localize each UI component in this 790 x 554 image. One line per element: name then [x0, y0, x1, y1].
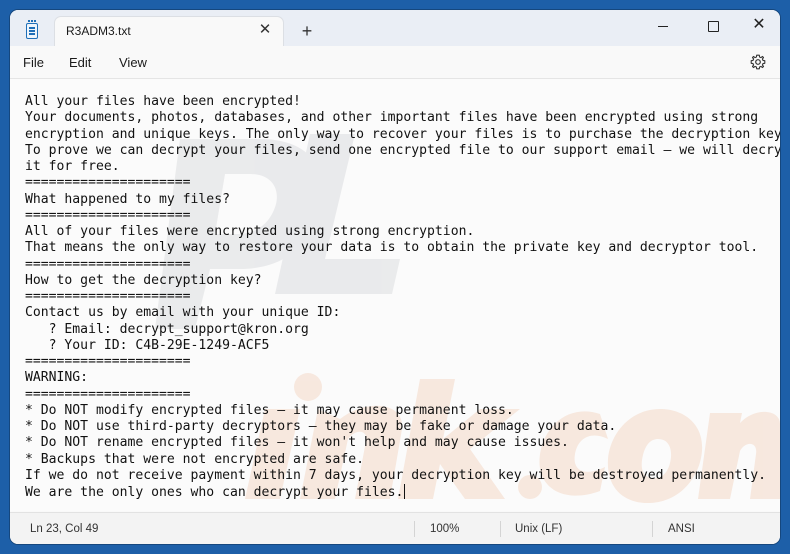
- text-line: Contact us by email with your unique ID:: [25, 305, 341, 321]
- title-bar[interactable]: R3ADM3.txt ✕ + ✕: [10, 10, 780, 46]
- text-line: All your files have been encrypted!: [25, 94, 301, 109]
- text-line: How to get the decryption key?: [25, 272, 262, 288]
- cursor-position: Ln 23, Col 49: [30, 523, 99, 535]
- text-line: encryption and unique keys. The only way…: [25, 126, 780, 142]
- text-line: * Backups that were not encrypted are sa…: [25, 451, 364, 467]
- notepad-icon: [26, 20, 38, 39]
- document-text[interactable]: All your files have been encrypted! Your…: [25, 94, 780, 501]
- notepad-window: R3ADM3.txt ✕ + ✕ File Edit View All your…: [10, 10, 780, 544]
- text-line: We are the only ones who can decrypt you…: [25, 485, 404, 500]
- text-line: All of your files were encrypted using s…: [25, 224, 475, 239]
- zoom-level[interactable]: 100%: [430, 523, 459, 535]
- maximize-icon: [707, 20, 719, 32]
- status-bar: Ln 23, Col 49 100% Unix (LF) ANSI: [10, 512, 780, 544]
- text-line: * Do NOT rename encrypted files — it won…: [25, 435, 569, 451]
- tab-title: R3ADM3.txt: [66, 24, 131, 38]
- text-line: What happened to my files?: [25, 191, 230, 207]
- text-caret: [404, 484, 406, 499]
- close-button[interactable]: ✕: [736, 10, 780, 40]
- text-line: it for free.: [25, 159, 120, 174]
- status-divider: [500, 521, 501, 537]
- menu-file[interactable]: File: [23, 53, 44, 72]
- text-line: =====================: [25, 175, 191, 191]
- line-ending[interactable]: Unix (LF): [515, 523, 562, 535]
- maximize-button[interactable]: [690, 10, 736, 40]
- text-line: * Do NOT use third-party decryptors — th…: [25, 419, 617, 434]
- gear-icon[interactable]: [750, 54, 766, 70]
- menu-bar: File Edit View: [10, 46, 780, 79]
- status-divider: [652, 521, 653, 537]
- text-line: =====================: [25, 354, 191, 369]
- text-line: If we do not receive payment within 7 da…: [25, 467, 767, 483]
- text-line: Your documents, photos, databases, and o…: [25, 110, 759, 126]
- text-line: =====================: [25, 207, 191, 223]
- text-line: WARNING:: [25, 370, 89, 386]
- minimize-icon: [658, 25, 668, 27]
- close-icon: ✕: [752, 16, 766, 33]
- tab-close-icon[interactable]: ✕: [255, 20, 275, 40]
- text-line: To prove we can decrypt your files, send…: [25, 142, 780, 158]
- new-tab-button[interactable]: +: [296, 20, 318, 42]
- text-line: =====================: [25, 386, 191, 402]
- menu-edit[interactable]: Edit: [69, 53, 91, 72]
- text-line: * Do NOT modify encrypted files — it may…: [25, 402, 514, 418]
- encoding[interactable]: ANSI: [668, 523, 695, 535]
- text-line: =====================: [25, 289, 191, 304]
- tab-file[interactable]: R3ADM3.txt ✕: [54, 16, 284, 46]
- minimize-button[interactable]: [640, 10, 686, 40]
- status-divider: [414, 521, 415, 537]
- text-line: ? Your ID: C4B-29E-1249-ACF5: [25, 337, 270, 353]
- text-line: ? Email: decrypt_support@kron.org: [25, 321, 309, 337]
- text-line: That means the only way to restore your …: [25, 240, 759, 256]
- text-line: =====================: [25, 256, 191, 272]
- menu-view[interactable]: View: [119, 53, 147, 72]
- text-editor[interactable]: All your files have been encrypted! Your…: [10, 79, 780, 511]
